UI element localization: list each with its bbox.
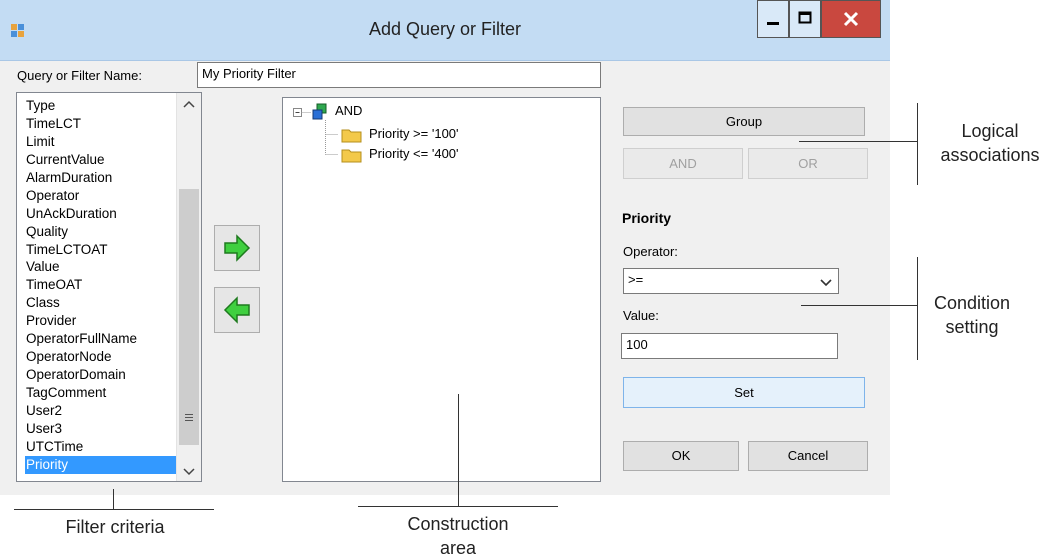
remove-criteria-button[interactable]: [214, 287, 260, 333]
grip-icon: [185, 414, 193, 421]
callout-bracket: [14, 509, 214, 510]
list-scrollbar[interactable]: [176, 93, 201, 481]
list-item[interactable]: TimeLCTOAT: [25, 241, 177, 259]
minimize-button[interactable]: [757, 0, 789, 38]
scroll-thumb[interactable]: [179, 189, 199, 445]
minimize-icon: [767, 22, 779, 25]
maximize-icon: [798, 11, 812, 24]
group-button[interactable]: Group: [623, 107, 865, 136]
criteria-items: Type TimeLCT Limit CurrentValue AlarmDuratio…: [25, 97, 177, 474]
list-item[interactable]: Provider: [25, 312, 177, 330]
tree-node-and[interactable]: AND: [335, 103, 362, 118]
ok-button[interactable]: OK: [623, 441, 739, 471]
list-item[interactable]: Quality: [25, 223, 177, 241]
filter-criteria-list[interactable]: Type TimeLCT Limit CurrentValue AlarmDuratio…: [16, 92, 202, 482]
callout-logical-associations: Logical associations: [940, 121, 1040, 165]
list-item[interactable]: Operator: [25, 187, 177, 205]
list-item[interactable]: Limit: [25, 133, 177, 151]
tree-node-condition[interactable]: Priority <= '400': [369, 146, 459, 161]
list-item[interactable]: UnAckDuration: [25, 205, 177, 223]
add-criteria-button[interactable]: [214, 225, 260, 271]
list-item[interactable]: UTCTime: [25, 438, 177, 456]
list-item[interactable]: Class: [25, 294, 177, 312]
list-item[interactable]: OperatorFullName: [25, 330, 177, 348]
query-name-label: Query or Filter Name:: [17, 68, 142, 83]
and-button[interactable]: AND: [623, 148, 743, 179]
callout-line: [801, 305, 918, 306]
callout-filter-criteria: Filter criteria: [65, 517, 165, 537]
callout-construction-area: Construction area: [407, 514, 509, 558]
folder-icon: [341, 147, 363, 166]
arrow-left-icon: [223, 296, 250, 324]
list-item[interactable]: User2: [25, 402, 177, 420]
callout-bracket: [917, 257, 918, 360]
operator-select[interactable]: >=: [623, 268, 839, 294]
callout-bracket: [358, 506, 558, 507]
list-item[interactable]: OperatorNode: [25, 348, 177, 366]
condition-heading: Priority: [622, 210, 672, 226]
list-item[interactable]: AlarmDuration: [25, 169, 177, 187]
value-input[interactable]: 100: [621, 333, 838, 359]
maximize-button[interactable]: [789, 0, 821, 38]
scroll-up-icon[interactable]: [183, 97, 195, 112]
list-item[interactable]: CurrentValue: [25, 151, 177, 169]
callout-line: [458, 394, 459, 507]
list-item[interactable]: Value: [25, 258, 177, 276]
arrow-right-icon: [224, 234, 251, 262]
query-name-input[interactable]: My Priority Filter: [197, 62, 601, 88]
callout-line: [113, 489, 114, 510]
callout-line: [799, 141, 918, 142]
chevron-down-icon: [820, 276, 832, 291]
folder-icon: [341, 127, 363, 146]
callout-condition-setting: Condition setting: [933, 293, 1011, 337]
list-item[interactable]: OperatorDomain: [25, 366, 177, 384]
list-item[interactable]: Priority: [25, 455, 177, 474]
set-button[interactable]: Set: [623, 377, 865, 408]
and-node-icon: [312, 103, 330, 124]
operator-label: Operator:: [623, 244, 678, 259]
list-item[interactable]: User3: [25, 420, 177, 438]
close-icon: [843, 11, 859, 27]
value-label: Value:: [623, 308, 659, 323]
construction-tree[interactable]: AND Priority >= '100' Priority <= '400': [282, 97, 601, 482]
close-button[interactable]: [821, 0, 881, 38]
callout-bracket: [917, 103, 918, 185]
list-item[interactable]: TimeLCT: [25, 115, 177, 133]
cancel-button[interactable]: Cancel: [748, 441, 868, 471]
list-item[interactable]: Type: [25, 97, 177, 115]
operator-value: >=: [628, 272, 644, 287]
scroll-down-icon[interactable]: [183, 465, 195, 480]
list-item[interactable]: TagComment: [25, 384, 177, 402]
or-button[interactable]: OR: [748, 148, 868, 179]
tree-node-condition[interactable]: Priority >= '100': [369, 126, 459, 141]
list-item[interactable]: TimeOAT: [25, 276, 177, 294]
